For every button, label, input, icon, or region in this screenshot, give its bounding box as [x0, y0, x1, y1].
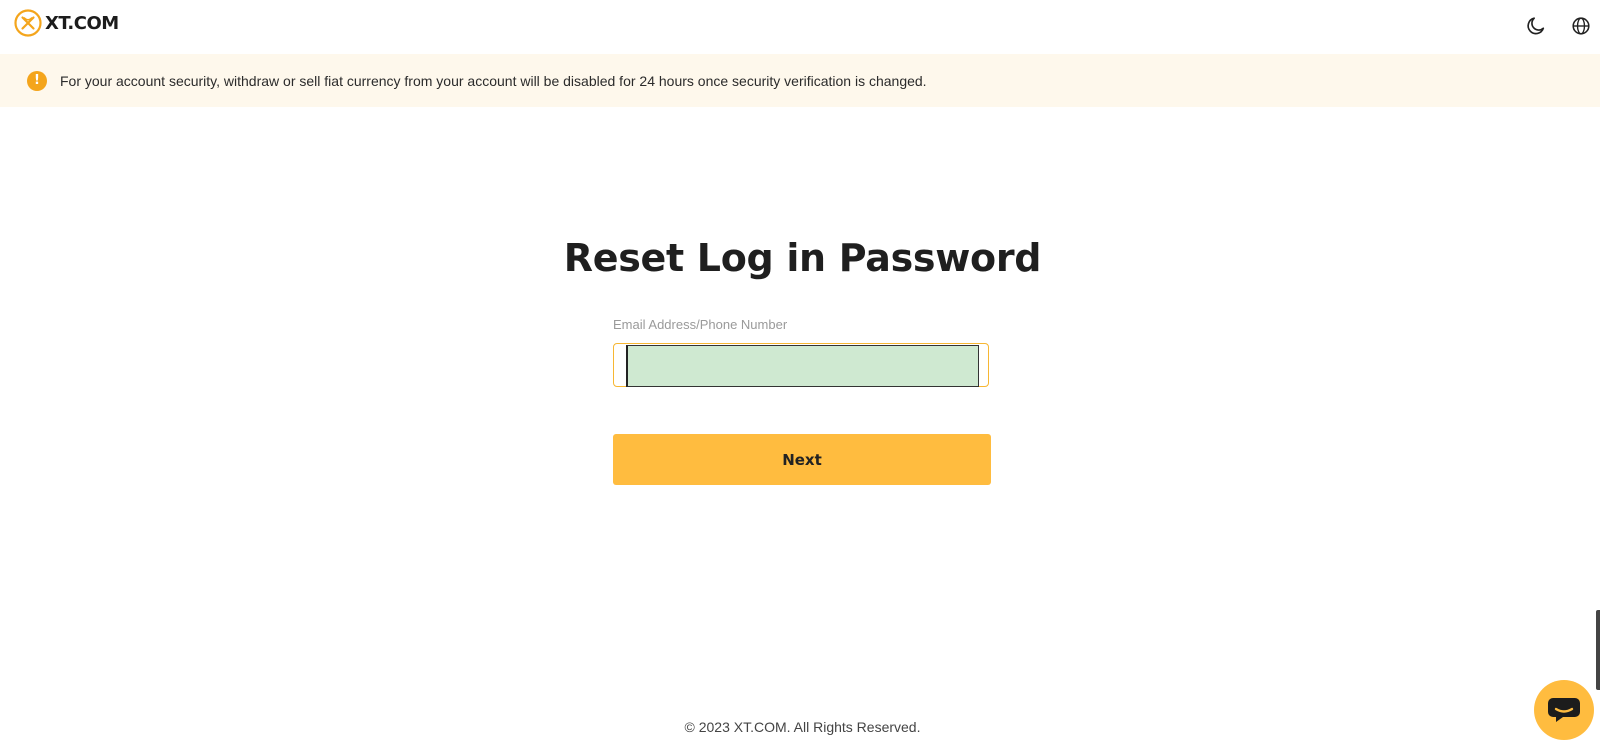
security-notice-bar: ! For your account security, withdraw or… [0, 54, 1600, 107]
next-button[interactable]: Next [613, 434, 991, 485]
email-phone-input[interactable] [626, 345, 979, 387]
security-notice-text: For your account security, withdraw or s… [60, 72, 927, 89]
email-phone-field-wrapper [613, 343, 989, 387]
chat-bubble-icon [1548, 698, 1580, 722]
globe-icon[interactable] [1570, 15, 1592, 37]
top-header: XT.COM [0, 0, 1600, 54]
moon-icon[interactable] [1525, 15, 1547, 37]
chat-support-button[interactable] [1534, 680, 1594, 740]
scrollbar-edge[interactable] [1596, 610, 1600, 690]
page-title: Reset Log in Password [563, 236, 1042, 280]
xt-logo[interactable]: XT.COM [14, 9, 119, 37]
warning-icon: ! [27, 70, 47, 91]
logo-text: XT.COM [45, 12, 119, 34]
footer-copyright: © 2023 XT.COM. All Rights Reserved. [684, 719, 921, 735]
xt-logo-icon [14, 9, 42, 37]
page: XT.COM ! For your account security, with… [0, 0, 1600, 752]
email-phone-label: Email Address/Phone Number [613, 317, 788, 332]
